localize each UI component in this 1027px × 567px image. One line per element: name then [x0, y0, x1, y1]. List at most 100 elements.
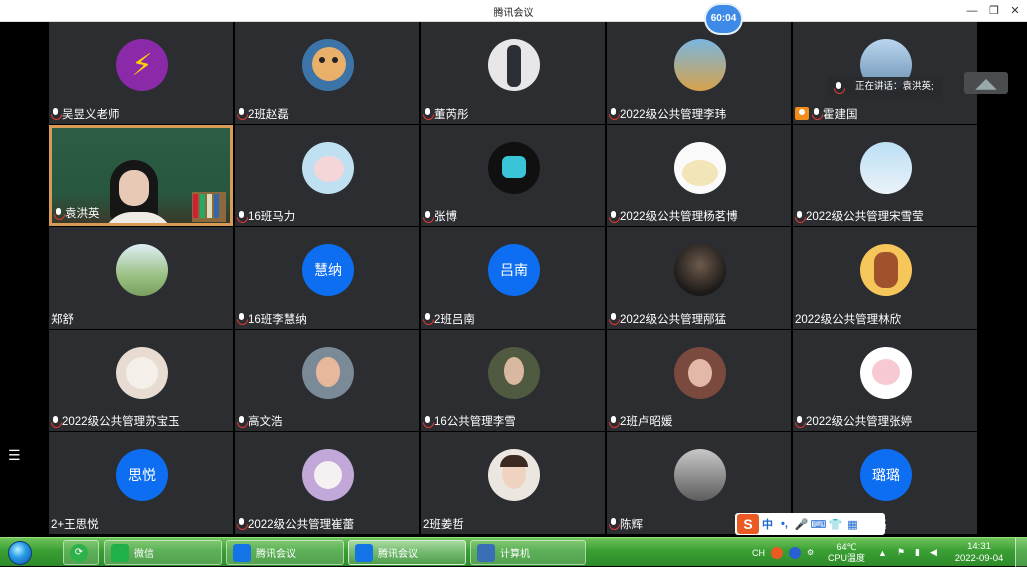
participant-tile[interactable]: 2022级公共管理崔蕾: [235, 432, 419, 534]
minimize-button[interactable]: —: [964, 3, 980, 19]
collapse-panel-button[interactable]: ◢◣: [964, 72, 1008, 94]
clock[interactable]: 14:31 2022-09-04: [949, 541, 1009, 565]
participant-avatar: [302, 346, 354, 399]
participant-name: 16班马力: [248, 211, 296, 224]
participant-tile[interactable]: ⚡ 吴昱义老师: [49, 22, 233, 124]
windows-orb-icon: [8, 541, 32, 565]
close-button[interactable]: ✕: [1007, 3, 1023, 19]
participant-avatar: [488, 39, 540, 91]
mic-muted-icon: [237, 518, 246, 529]
participant-name-row: 董芮彤: [423, 106, 469, 122]
speaking-text: 正在讲话：袁洪英;: [855, 81, 934, 92]
participant-tile[interactable]: 郑舒: [49, 227, 233, 329]
participant-tile[interactable]: 2班赵磊: [235, 22, 419, 124]
mic-muted-icon: [795, 415, 804, 427]
participant-tile[interactable]: 吕南 2班吕南: [421, 227, 605, 329]
participant-tile[interactable]: 2022级公共管理林欣: [793, 227, 977, 329]
sogou-tray-icon[interactable]: [771, 546, 783, 559]
taskbar-item-computer[interactable]: 计算机: [470, 540, 586, 565]
participant-tile[interactable]: 2022级公共管理杨茗博: [607, 124, 791, 227]
participant-name-row: 2022级公共管理林欣: [795, 311, 901, 327]
show-hidden-icon[interactable]: ▲: [878, 548, 887, 558]
participant-tile[interactable]: 2班姜哲: [421, 432, 605, 534]
participant-tile[interactable]: 16班马力: [235, 124, 419, 227]
participant-tile[interactable]: 2班卢昭媛: [607, 329, 791, 432]
participant-tile[interactable]: 2022级公共管理李玮: [607, 22, 791, 124]
cpu-temp: 64℃ CPU温度: [828, 538, 865, 567]
participant-name: 2022级公共管理林欣: [795, 313, 902, 326]
mic-muted-icon: [237, 415, 246, 427]
ime-mode[interactable]: 中: [759, 516, 776, 532]
taskbar-pinned-browser[interactable]: ⟳: [63, 540, 99, 565]
maximize-button[interactable]: ❐: [986, 3, 1002, 19]
browser-icon: ⟳: [70, 543, 88, 562]
participant-avatar: [116, 244, 168, 297]
participant-name-row: 高文浩: [237, 413, 283, 429]
network-icon[interactable]: ▮: [915, 547, 920, 558]
taskbar-item-label: 计算机: [500, 549, 530, 560]
ime-keyboard-icon[interactable]: ⌨: [810, 518, 827, 531]
lang-indicator[interactable]: CH: [752, 548, 765, 558]
ime-tray-icon[interactable]: ⚙: [807, 548, 814, 557]
participant-tile[interactable]: 董芮彤: [421, 22, 605, 124]
taskbar-item-meeting[interactable]: 腾讯会议: [226, 540, 344, 565]
ime-skin-icon[interactable]: 👕: [827, 518, 844, 531]
participant-tile[interactable]: 思悦 2+王思悦: [49, 432, 233, 534]
participant-tile[interactable]: 张博: [421, 124, 605, 227]
clock-time: 14:31: [967, 541, 991, 552]
participant-tile[interactable]: 2022级公共管理苏宝玉: [49, 329, 233, 432]
participant-name: 董芮彤: [434, 108, 469, 121]
participant-tile[interactable]: 2022级公共管理宋雪莹: [793, 124, 977, 227]
participant-name-row: 2022级公共管理张婷: [795, 413, 912, 429]
ime-voice-icon[interactable]: 🎤: [793, 518, 810, 531]
participant-avatar: [860, 244, 912, 297]
mic-muted-icon: [609, 518, 618, 529]
participant-tile[interactable]: 2022级公共管理邴猛: [607, 227, 791, 329]
participant-avatar: [488, 346, 540, 399]
participant-name: 2022级公共管理张婷: [806, 416, 913, 429]
cpu-temp-label: CPU温度: [828, 552, 866, 563]
participant-name-row: 陈辉: [609, 516, 643, 532]
participant-tile[interactable]: 16公共管理李雪: [421, 329, 605, 432]
flag-icon[interactable]: ⚑: [897, 547, 905, 558]
participant-name: 2022级公共管理邴猛: [620, 313, 727, 326]
participant-grid: ⚡ 吴昱义老师 2班赵磊 董芮彤 2022级公共管理李玮 霍建国袁洪英 16班马力 张博 202…: [49, 22, 978, 535]
start-button[interactable]: [4, 540, 36, 565]
participant-tile[interactable]: 霍建国: [793, 22, 977, 124]
help-icon[interactable]: [789, 546, 801, 559]
system-tray: CH ⚙: [752, 538, 818, 567]
participant-tile[interactable]: 袁洪英: [49, 124, 233, 227]
host-icon: [795, 107, 809, 121]
mic-muted-icon: [423, 108, 432, 119]
taskbar: ⟳ 微信 腾讯会议 腾讯会议 计算机 CH ⚙ 64℃ CPU温度 ▲ ⚑ ▮ ◀ 1…: [0, 537, 1027, 567]
speaking-indicator: 正在讲话：袁洪英;: [828, 77, 942, 97]
tray-icons: ▲ ⚑ ▮ ◀: [878, 538, 937, 567]
taskbar-item-meeting[interactable]: 腾讯会议: [348, 540, 466, 565]
mic-muted-icon: [609, 415, 618, 427]
mic-muted-icon: [237, 108, 246, 119]
participant-avatar: [488, 449, 540, 502]
volume-icon[interactable]: ◀: [930, 547, 937, 558]
taskbar-item-wechat[interactable]: 微信: [104, 540, 222, 565]
participant-name: 16公共管理李雪: [434, 416, 516, 429]
participant-name-row: 2022级公共管理苏宝玉: [51, 413, 180, 429]
computer-icon: [477, 543, 495, 562]
participant-tile[interactable]: 2022级公共管理张婷: [793, 329, 977, 432]
ime-punct[interactable]: •,: [776, 518, 793, 530]
window-titlebar: 腾讯会议 — ❐ ✕: [0, 0, 1027, 22]
participant-avatar: 慧纳: [302, 244, 354, 297]
participant-tile[interactable]: 高文浩: [235, 329, 419, 432]
mic-muted-icon: [51, 108, 60, 119]
participant-name: 高文浩: [248, 416, 283, 429]
participant-avatar: [116, 346, 168, 399]
mic-muted-icon: [609, 210, 618, 222]
list-icon[interactable]: ☰: [8, 448, 22, 462]
participant-name: 2022级公共管理宋雪莹: [806, 211, 924, 224]
ime-toolbar[interactable]: S 中 •, 🎤 ⌨ 👕 ▦: [735, 513, 885, 535]
sogou-icon[interactable]: S: [737, 514, 759, 534]
show-desktop-button[interactable]: [1015, 538, 1027, 567]
participant-name-row: 张博: [423, 208, 457, 224]
wechat-icon: [111, 543, 129, 562]
participant-tile[interactable]: 慧纳 16班李慧纳: [235, 227, 419, 329]
ime-menu-icon[interactable]: ▦: [844, 518, 861, 531]
